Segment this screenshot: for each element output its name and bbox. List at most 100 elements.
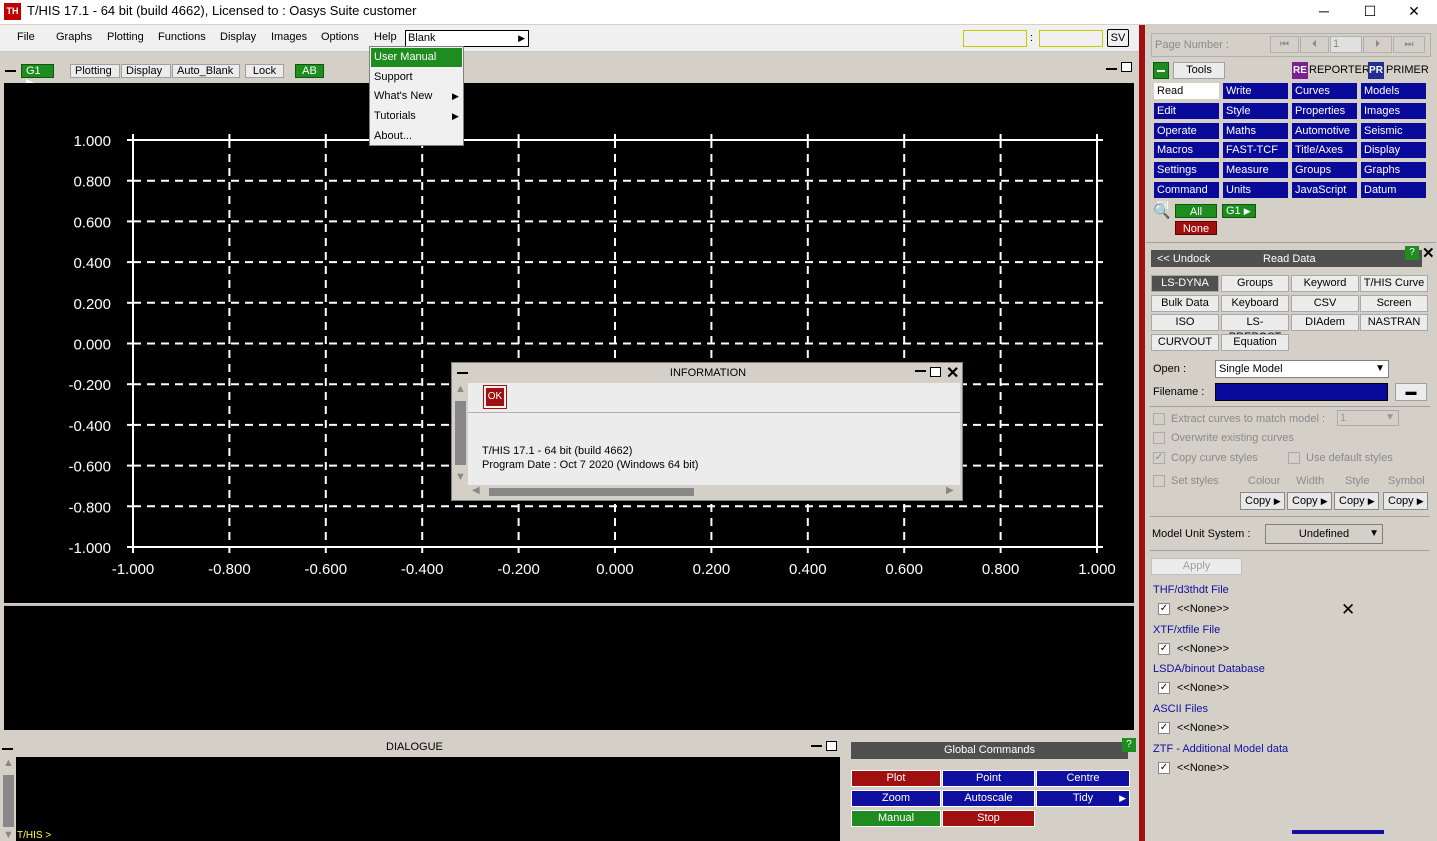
read-tab-groups[interactable]: Groups: [1221, 275, 1289, 292]
overwrite-checkbox[interactable]: [1153, 432, 1165, 444]
tool-button-properties[interactable]: Properties: [1291, 101, 1358, 120]
last-page-icon[interactable]: ⏭: [1393, 36, 1425, 53]
scroll-up-icon[interactable]: ▲: [455, 383, 466, 395]
read-tab-curvout[interactable]: CURVOUT: [1151, 334, 1219, 352]
point-button[interactable]: Point: [942, 770, 1035, 787]
help-icon[interactable]: ?: [1122, 738, 1136, 752]
reporter-link[interactable]: REPORTER: [1309, 64, 1370, 76]
menu-help[interactable]: Help: [374, 31, 397, 43]
first-page-icon[interactable]: ⏮: [1270, 36, 1299, 53]
maximize-button[interactable]: ☐: [1347, 0, 1393, 24]
autoscale-button[interactable]: Autoscale: [942, 790, 1035, 807]
tool-button-javascript[interactable]: JavaScript: [1291, 181, 1358, 199]
yellow-input-2[interactable]: [1039, 30, 1103, 47]
g1-button[interactable]: G1 ▶: [21, 64, 54, 89]
tool-button-measure[interactable]: Measure: [1222, 161, 1289, 180]
tool-button-fast-tcf[interactable]: FAST-TCF: [1222, 141, 1289, 160]
next-page-icon[interactable]: ⏵: [1363, 36, 1392, 53]
close-button[interactable]: ✕: [1391, 0, 1437, 24]
use-default-checkbox[interactable]: [1288, 452, 1300, 464]
tool-button-maths[interactable]: Maths: [1222, 121, 1289, 140]
sv-button[interactable]: SV: [1107, 29, 1129, 47]
read-tab-ls-prepost[interactable]: LS-PREPOST: [1221, 314, 1289, 343]
centre-button[interactable]: Centre: [1036, 770, 1130, 787]
manual-button[interactable]: Manual: [851, 810, 941, 827]
prev-page-icon[interactable]: ⏴: [1300, 36, 1329, 53]
scroll-thumb[interactable]: [3, 775, 14, 827]
minimize-button[interactable]: ─: [1301, 0, 1347, 24]
section-checkbox[interactable]: ✓: [1158, 642, 1170, 655]
horizontal-scrollbar[interactable]: ◀ ▶: [468, 485, 960, 498]
read-tab-diadem[interactable]: DIAdem: [1291, 314, 1359, 332]
stop-button[interactable]: Stop: [942, 810, 1035, 827]
scroll-up-icon[interactable]: ▲: [3, 757, 14, 769]
tool-button-curves[interactable]: Curves: [1291, 82, 1358, 100]
scroll-thumb[interactable]: [455, 401, 466, 465]
tool-button-images[interactable]: Images: [1360, 101, 1427, 120]
scroll-down-icon[interactable]: ▼: [3, 829, 14, 841]
section-title[interactable]: THF/d3thdt File: [1153, 584, 1229, 596]
menu-graphs[interactable]: Graphs: [56, 31, 92, 43]
copy-styles-checkbox[interactable]: ✓: [1153, 452, 1165, 464]
blank-select[interactable]: Blank ▶: [405, 30, 529, 47]
tool-button-display[interactable]: Display: [1360, 141, 1427, 160]
select-all-button[interactable]: All: [1175, 204, 1217, 218]
menu-functions[interactable]: Functions: [158, 31, 206, 43]
open-select[interactable]: Single Model ▼: [1215, 360, 1389, 378]
menu-display[interactable]: Display: [220, 31, 256, 43]
minimize-icon[interactable]: [5, 70, 16, 72]
tool-button-edit[interactable]: Edit: [1153, 101, 1220, 120]
tool-button-models[interactable]: Models: [1360, 82, 1427, 100]
g1-filter-button[interactable]: G1 ▶: [1222, 204, 1256, 218]
tool-button-write[interactable]: Write: [1222, 82, 1289, 100]
tool-button-operate[interactable]: Operate: [1153, 121, 1220, 140]
tool-button-automotive[interactable]: Automotive: [1291, 121, 1358, 140]
tool-button-datum[interactable]: Datum: [1360, 181, 1427, 199]
tool-button-units[interactable]: Units: [1222, 181, 1289, 199]
maximize-icon[interactable]: [1121, 62, 1132, 72]
auto-blank-button[interactable]: Auto_Blank: [172, 64, 240, 78]
menu-item-about[interactable]: About...: [374, 130, 412, 142]
help-icon[interactable]: ?: [1405, 246, 1419, 260]
apply-button[interactable]: Apply: [1151, 558, 1242, 575]
search-icon[interactable]: 🔍: [1153, 203, 1171, 221]
tool-button-seismic[interactable]: Seismic: [1360, 121, 1427, 140]
filename-input[interactable]: [1215, 383, 1388, 401]
copy-symbol-button[interactable]: Copy ▶: [1383, 492, 1428, 510]
primer-link[interactable]: PRIMER: [1386, 64, 1429, 76]
close-icon[interactable]: ✕: [1422, 244, 1435, 262]
dialogue-console[interactable]: [16, 757, 840, 841]
menu-item-support[interactable]: Support: [374, 71, 413, 83]
vertical-scrollbar[interactable]: ▲ ▼: [454, 383, 467, 485]
menu-item-whats-new[interactable]: What's New: [374, 90, 432, 102]
tool-button-macros[interactable]: Macros: [1153, 141, 1220, 160]
read-tab-bulk-data[interactable]: Bulk Data: [1151, 294, 1219, 312]
extract-checkbox[interactable]: [1153, 413, 1165, 425]
tool-button-groups[interactable]: Groups: [1291, 161, 1358, 180]
read-tab-screen[interactable]: Screen: [1360, 294, 1428, 312]
graph-canvas[interactable]: 1.000 0.800 0.600 0.400 0.200 0.000 -0.200 -0.4…: [4, 83, 1134, 603]
tool-button-graphs[interactable]: Graphs: [1360, 161, 1427, 180]
read-tab-csv[interactable]: CSV: [1291, 294, 1359, 312]
scroll-thumb[interactable]: [489, 488, 694, 496]
tools-collapse-icon[interactable]: [1153, 62, 1169, 79]
section-checkbox[interactable]: ✓: [1158, 761, 1170, 774]
tools-tab[interactable]: Tools: [1173, 62, 1225, 79]
read-tab-nastran[interactable]: NASTRAN: [1360, 314, 1428, 332]
scroll-right-icon[interactable]: ▶: [946, 485, 954, 496]
close-icon[interactable]: ✕: [946, 363, 959, 383]
section-checkbox[interactable]: ✓: [1158, 682, 1170, 695]
menu-item-user-manual[interactable]: User Manual: [374, 51, 436, 63]
undock-button[interactable]: << Undock: [1157, 253, 1210, 265]
menu-images[interactable]: Images: [271, 31, 307, 43]
read-tab-keyboard[interactable]: Keyboard: [1221, 294, 1289, 312]
minimize-icon[interactable]: [915, 370, 926, 372]
minimize-icon[interactable]: [1106, 68, 1117, 70]
menu-options[interactable]: Options: [321, 31, 359, 43]
ab-button[interactable]: AB: [295, 64, 324, 78]
section-checkbox[interactable]: ✓: [1158, 603, 1170, 615]
set-styles-checkbox[interactable]: [1153, 475, 1165, 487]
zoom-button[interactable]: Zoom: [851, 790, 941, 807]
tool-button-command-fil[interactable]: Command Fil: [1153, 181, 1220, 212]
tool-button-style[interactable]: Style: [1222, 101, 1289, 120]
